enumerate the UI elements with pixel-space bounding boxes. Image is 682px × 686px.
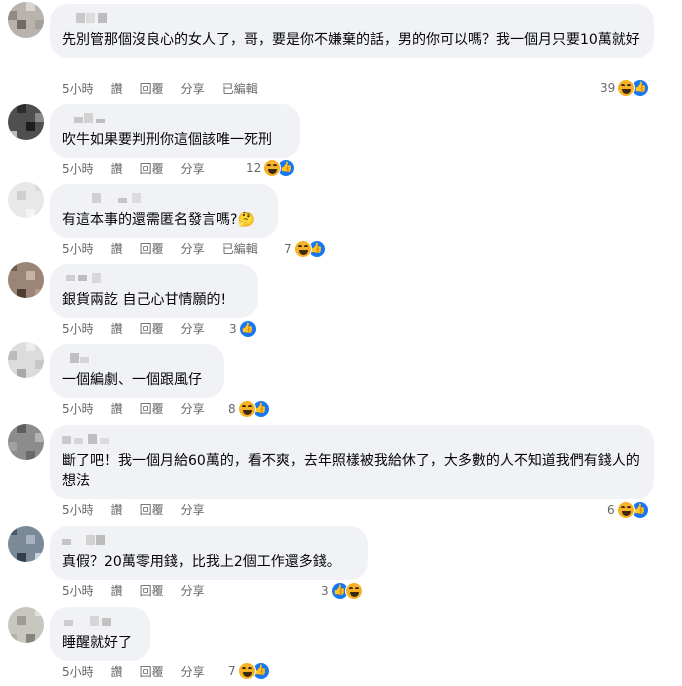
comment-bubble: 斷了吧！我一個月給60萬的，看不爽，去年照樣被我給休了，大多數的人不知道我們有錢… [50, 425, 654, 499]
haha-reaction-icon [237, 400, 256, 418]
like-button[interactable]: 讚 [111, 242, 123, 256]
comment-bubble: 一個編劇、一個跟風仔 [50, 344, 224, 398]
comment-text: 銀貨兩訖 自己心甘情願的! [62, 292, 227, 308]
reply-button[interactable]: 回覆 [140, 162, 164, 176]
comment-text: 吹牛如果要判刑你這個該唯一死刑 [62, 132, 272, 148]
comment-actions: 5小時 讚 回覆 分享 [62, 583, 222, 599]
reply-button[interactable]: 回覆 [140, 503, 164, 517]
reaction-count: 7 [284, 242, 292, 256]
reply-button[interactable]: 回覆 [140, 665, 164, 679]
like-reaction-icon: 👍 [238, 320, 257, 338]
share-button[interactable]: 分享 [181, 584, 205, 598]
timestamp[interactable]: 5小時 [62, 242, 94, 256]
avatar[interactable] [8, 182, 44, 218]
avatar[interactable] [8, 607, 44, 643]
like-button[interactable]: 讚 [111, 503, 123, 517]
author-name-redacted[interactable] [62, 614, 138, 628]
share-button[interactable]: 分享 [181, 322, 205, 336]
author-name-redacted[interactable] [62, 432, 642, 446]
comment-text: 有這本事的還需匿名發言嗎?🤔 [62, 212, 255, 228]
share-button[interactable]: 分享 [181, 162, 205, 176]
reaction-count: 12 [246, 161, 262, 175]
edited-label[interactable]: 已編輯 [222, 242, 258, 256]
reply-button[interactable]: 回覆 [140, 402, 164, 416]
reaction-count: 3 [229, 322, 237, 336]
comment-bubble: 銀貨兩訖 自己心甘情願的! [50, 264, 258, 318]
author-name-redacted[interactable] [62, 533, 356, 547]
author-name-redacted[interactable] [62, 271, 246, 285]
comment-text: 先別管那個沒良心的女人了，哥，要是你不嫌棄的話，男的你可以嗎？我一個月只要10萬… [62, 32, 640, 48]
reply-button[interactable]: 回覆 [140, 584, 164, 598]
like-button[interactable]: 讚 [111, 402, 123, 416]
comment-actions: 5小時 讚 回覆 分享 [62, 664, 222, 680]
share-button[interactable]: 分享 [181, 82, 205, 96]
haha-reaction-icon [616, 501, 635, 519]
share-button[interactable]: 分享 [181, 242, 205, 256]
timestamp[interactable]: 5小時 [62, 665, 94, 679]
like-button[interactable]: 讚 [111, 82, 123, 96]
reaction-count: 7 [228, 664, 236, 678]
haha-reaction-icon [344, 582, 363, 600]
avatar[interactable] [8, 424, 44, 460]
reaction-count: 8 [228, 402, 236, 416]
comment-actions: 5小時 讚 回覆 分享 [62, 161, 222, 177]
comment-text: 一個編劇、一個跟風仔 [62, 372, 202, 388]
like-button[interactable]: 讚 [111, 162, 123, 176]
timestamp[interactable]: 5小時 [62, 162, 94, 176]
reply-button[interactable]: 回覆 [140, 82, 164, 96]
like-button[interactable]: 讚 [111, 322, 123, 336]
like-button[interactable]: 讚 [111, 584, 123, 598]
reaction-count: 6 [607, 503, 615, 517]
like-button[interactable]: 讚 [111, 665, 123, 679]
reaction-summary[interactable]: 7 👍 [284, 240, 326, 258]
comment-text: 真假？20萬零用錢，比我上2個工作還多錢。 [62, 554, 341, 570]
avatar[interactable] [8, 526, 44, 562]
comment-bubble: 睡醒就好了 [50, 607, 150, 661]
reaction-summary[interactable]: 39 👍 [600, 79, 650, 97]
comment-bubble: 真假？20萬零用錢，比我上2個工作還多錢。 [50, 526, 368, 580]
timestamp[interactable]: 5小時 [62, 402, 94, 416]
comment-bubble: 吹牛如果要判刑你這個該唯一死刑 [50, 104, 300, 158]
author-name-redacted[interactable] [62, 351, 212, 365]
reaction-summary[interactable]: 3 👍 [321, 582, 363, 600]
thinking-emoji-icon: 🤔 [237, 212, 255, 228]
reaction-summary[interactable]: 12 👍 [246, 159, 296, 177]
reaction-summary[interactable]: 3 👍 [229, 320, 257, 338]
reaction-summary[interactable]: 8 👍 [228, 400, 270, 418]
author-name-redacted[interactable] [62, 111, 288, 125]
reaction-summary[interactable]: 7 👍 [228, 662, 270, 680]
comment-actions: 5小時 讚 回覆 分享 [62, 321, 222, 337]
avatar[interactable] [8, 342, 44, 378]
share-button[interactable]: 分享 [181, 665, 205, 679]
reply-button[interactable]: 回覆 [140, 242, 164, 256]
timestamp[interactable]: 5小時 [62, 322, 94, 336]
reply-button[interactable]: 回覆 [140, 322, 164, 336]
comment-text: 斷了吧！我一個月給60萬的，看不爽，去年照樣被我給休了，大多數的人不知道我們有錢… [62, 453, 640, 489]
avatar[interactable] [8, 2, 44, 38]
reaction-summary[interactable]: 6 👍 [607, 501, 649, 519]
comment-bubble: 有這本事的還需匿名發言嗎?🤔 [50, 184, 278, 238]
avatar[interactable] [8, 262, 44, 298]
timestamp[interactable]: 5小時 [62, 82, 94, 96]
timestamp[interactable]: 5小時 [62, 584, 94, 598]
avatar[interactable] [8, 104, 44, 140]
edited-label[interactable]: 已編輯 [222, 82, 258, 96]
share-button[interactable]: 分享 [181, 402, 205, 416]
comment-actions: 5小時 讚 回覆 分享 [62, 502, 222, 518]
author-name-redacted[interactable] [62, 11, 642, 25]
comment-bubble: 先別管那個沒良心的女人了，哥，要是你不嫌棄的話，男的你可以嗎？我一個月只要10萬… [50, 4, 654, 58]
reaction-count: 39 [600, 81, 616, 95]
share-button[interactable]: 分享 [181, 503, 205, 517]
comment-actions: 5小時 讚 回覆 分享 已編輯 [62, 81, 275, 97]
haha-reaction-icon [237, 662, 256, 680]
comment-actions: 5小時 讚 回覆 分享 已編輯 [62, 241, 275, 257]
comment-actions: 5小時 讚 回覆 分享 [62, 401, 222, 417]
haha-reaction-icon [293, 240, 312, 258]
reaction-count: 3 [321, 584, 329, 598]
timestamp[interactable]: 5小時 [62, 503, 94, 517]
author-name-redacted[interactable] [62, 191, 266, 205]
comment-text: 睡醒就好了 [62, 635, 132, 651]
